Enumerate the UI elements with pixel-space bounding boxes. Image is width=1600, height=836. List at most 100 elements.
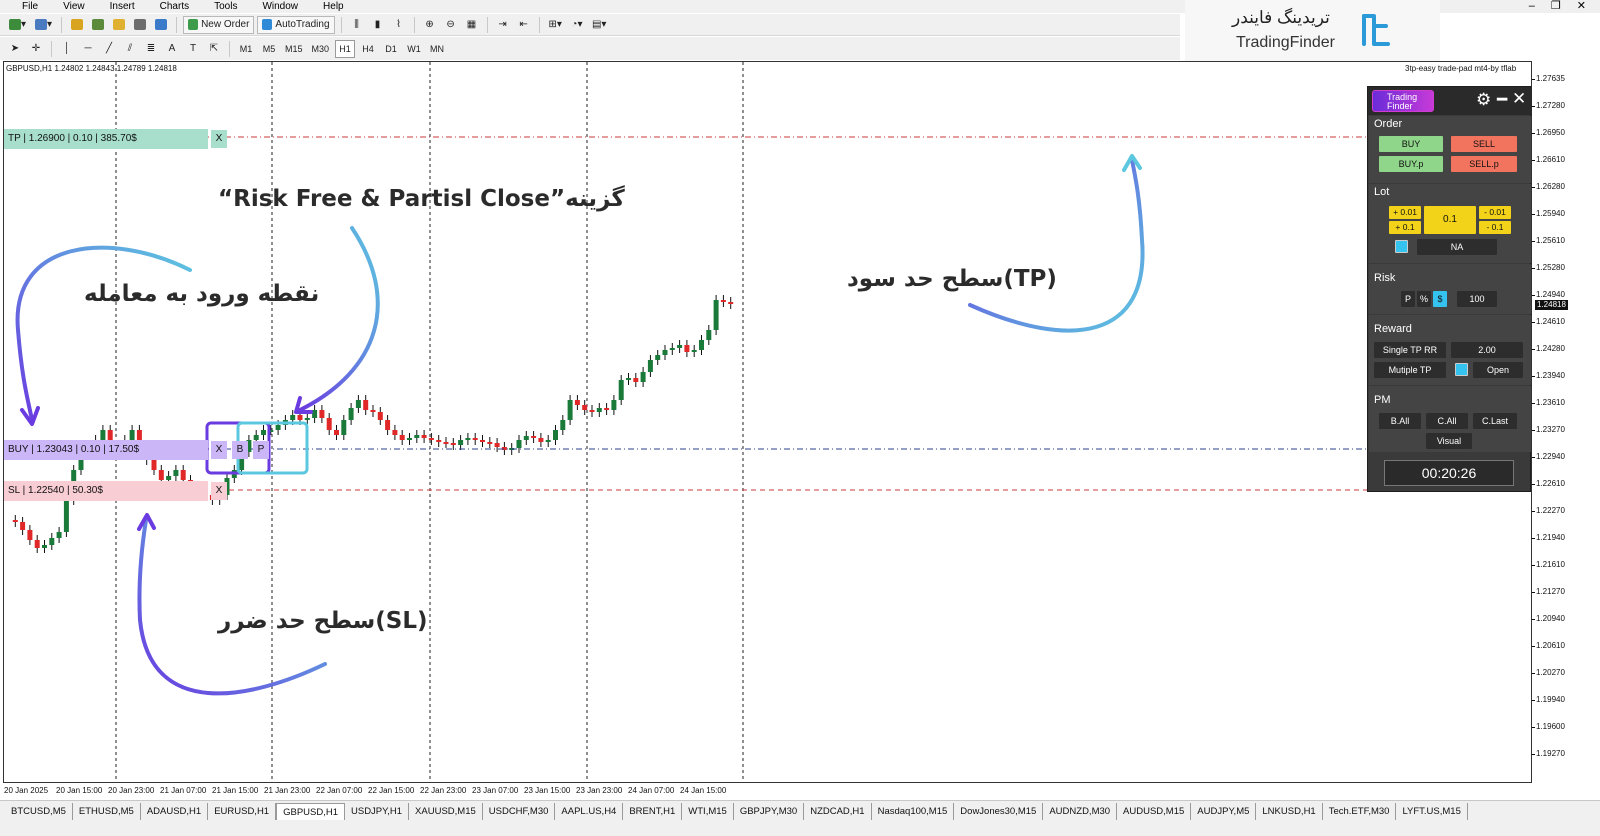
price-tick — [1532, 619, 1535, 620]
price-tick — [1532, 79, 1535, 80]
lot-value-field[interactable]: 0.1 — [1424, 206, 1476, 234]
price-tick — [1532, 214, 1535, 215]
reward-title: Reward — [1374, 323, 1412, 335]
price-label: 1.22270 — [1536, 506, 1565, 515]
time-label: 24 Jan 07:00 — [628, 786, 675, 795]
price-tick — [1532, 403, 1535, 404]
symbol-tab[interactable]: AAPL.US,H4 — [555, 803, 624, 820]
tp-level-label[interactable]: TP | 1.26900 | 0.10 | 385.70$ — [4, 129, 208, 149]
symbol-tab[interactable]: Nasdaq100,M15 — [872, 803, 955, 820]
risk-dollar-button[interactable]: $ — [1433, 291, 1447, 307]
symbol-tab[interactable]: NZDCAD,H1 — [804, 803, 872, 820]
price-label: 1.27280 — [1536, 101, 1565, 110]
multiple-tp-button[interactable]: Mutiple TP — [1374, 362, 1446, 378]
price-label: 1.26610 — [1536, 155, 1565, 164]
candle-body — [604, 408, 610, 410]
symbol-tab[interactable]: AUDNZD,M30 — [1043, 803, 1118, 820]
price-label: 1.22610 — [1536, 479, 1565, 488]
partial-close-button[interactable]: P — [253, 441, 269, 459]
candle-body — [531, 436, 537, 438]
risk-section: Risk P % $ 100 — [1369, 264, 1531, 314]
symbol-tab[interactable]: USDJPY,H1 — [345, 803, 410, 820]
symbol-tab[interactable]: ADAUSD,H1 — [141, 803, 209, 820]
current-price-badge: 1.24818 — [1535, 300, 1568, 310]
symbol-tab[interactable]: USDCHF,M30 — [483, 803, 556, 820]
open-button[interactable]: Open — [1473, 362, 1523, 378]
trade-pad-panel: Trading Finder ⚙ ━ ✕ Order BUY SELL BUY.… — [1367, 86, 1532, 492]
time-label: 22 Jan 23:00 — [420, 786, 467, 795]
price-tick — [1532, 673, 1535, 674]
price-chart[interactable] — [0, 0, 1600, 836]
price-label: 1.20270 — [1536, 668, 1565, 677]
candle-body — [516, 440, 522, 448]
tp-close-button[interactable]: X — [211, 130, 227, 148]
panel-brand-line2: Finder — [1387, 101, 1413, 111]
symbol-tab[interactable]: DowJones30,M15 — [954, 803, 1044, 820]
lot-plus-001-button[interactable]: + 0.01 — [1389, 206, 1421, 219]
reward-section: Reward Single TP RR 2.00 Mutiple TP Open — [1369, 315, 1531, 385]
symbol-tab[interactable]: ETHUSD,M5 — [73, 803, 141, 820]
candle-body — [20, 522, 26, 530]
close-icon[interactable]: ✕ — [1512, 89, 1526, 109]
candle-body — [494, 443, 500, 447]
price-label: 1.24610 — [1536, 317, 1565, 326]
symbol-tab[interactable]: LNKUSD,H1 — [1256, 803, 1323, 820]
sell-pending-button[interactable]: SELL.p — [1451, 156, 1517, 172]
single-tp-rr-button[interactable]: Single TP RR — [1374, 342, 1446, 358]
sl-level-label[interactable]: SL | 1.22540 | 50.30$ — [4, 481, 208, 501]
symbol-tab[interactable]: Tech.ETF,M30 — [1323, 803, 1397, 820]
symbol-tab[interactable]: AUDJPY,M5 — [1191, 803, 1257, 820]
price-label: 1.26950 — [1536, 128, 1565, 137]
lot-na-field[interactable]: NA — [1417, 239, 1497, 255]
price-axis[interactable]: 1.27635 1.27280 1.26950 1.26610 1.26280 1.259… — [1532, 61, 1600, 783]
symbol-tab[interactable]: LYFT.US,M15 — [1396, 803, 1468, 820]
symbol-tab[interactable]: XAUUSD,M15 — [409, 803, 483, 820]
risk-points-button[interactable]: P — [1401, 291, 1415, 307]
time-axis[interactable]: 20 Jan 2025 20 Jan 15:00 20 Jan 23:00 21 Ja… — [3, 783, 1532, 799]
multiple-tp-checkbox[interactable] — [1455, 363, 1468, 376]
symbol-tab[interactable]: WTI,M15 — [682, 803, 734, 820]
rr-value-field[interactable]: 2.00 — [1451, 342, 1523, 358]
price-label: 1.25940 — [1536, 209, 1565, 218]
lot-minus-01-button[interactable]: - 0.1 — [1479, 221, 1511, 234]
time-label: 21 Jan 07:00 — [160, 786, 207, 795]
lot-plus-01-button[interactable]: + 0.1 — [1389, 221, 1421, 234]
buy-pending-button[interactable]: BUY.p — [1379, 156, 1443, 172]
sell-button[interactable]: SELL — [1451, 136, 1517, 152]
candle-body — [458, 440, 464, 445]
candle-body — [355, 400, 361, 408]
symbol-tab[interactable]: GBPUSD,H1 — [276, 803, 345, 820]
lot-mode-checkbox[interactable] — [1395, 240, 1408, 253]
symbol-tab[interactable]: AUDUSD,M15 — [1117, 803, 1192, 820]
risk-value-field[interactable]: 100 — [1457, 291, 1497, 307]
candle-body — [436, 440, 442, 442]
candle-body — [158, 470, 164, 480]
symbol-tab[interactable]: BTCUSD,M5 — [5, 803, 73, 820]
price-label: 1.26280 — [1536, 182, 1565, 191]
close-all-button[interactable]: C.All — [1426, 413, 1468, 429]
buy-button[interactable]: BUY — [1379, 136, 1443, 152]
minimize-icon[interactable]: ━ — [1497, 90, 1507, 110]
risk-percent-button[interactable]: % — [1417, 291, 1431, 307]
buy-close-button[interactable]: X — [211, 441, 227, 459]
symbol-tab[interactable]: BRENT,H1 — [623, 803, 683, 820]
candle-body — [611, 400, 617, 410]
buy-position-label[interactable]: BUY | 1.23043 | 0.10 | 17.50$ — [4, 440, 208, 460]
candle-body — [12, 520, 18, 522]
candle-body — [341, 420, 347, 435]
price-tick — [1532, 133, 1535, 134]
symbol-tab[interactable]: GBPJPY,M30 — [734, 803, 805, 820]
candle-body — [691, 350, 697, 352]
breakeven-button[interactable]: B — [232, 441, 248, 459]
symbol-tab[interactable]: EURUSD,H1 — [208, 803, 277, 820]
gear-icon[interactable]: ⚙ — [1476, 90, 1491, 110]
lot-minus-001-button[interactable]: - 0.01 — [1479, 206, 1511, 219]
sl-close-button[interactable]: X — [211, 482, 227, 500]
visual-button[interactable]: Visual — [1426, 433, 1472, 449]
candle-body — [553, 430, 558, 440]
breakeven-all-button[interactable]: B.All — [1379, 413, 1421, 429]
close-last-button[interactable]: C.Last — [1473, 413, 1517, 429]
candle-body — [647, 360, 653, 372]
pm-title: PM — [1374, 394, 1391, 406]
price-label: 1.21940 — [1536, 533, 1565, 542]
